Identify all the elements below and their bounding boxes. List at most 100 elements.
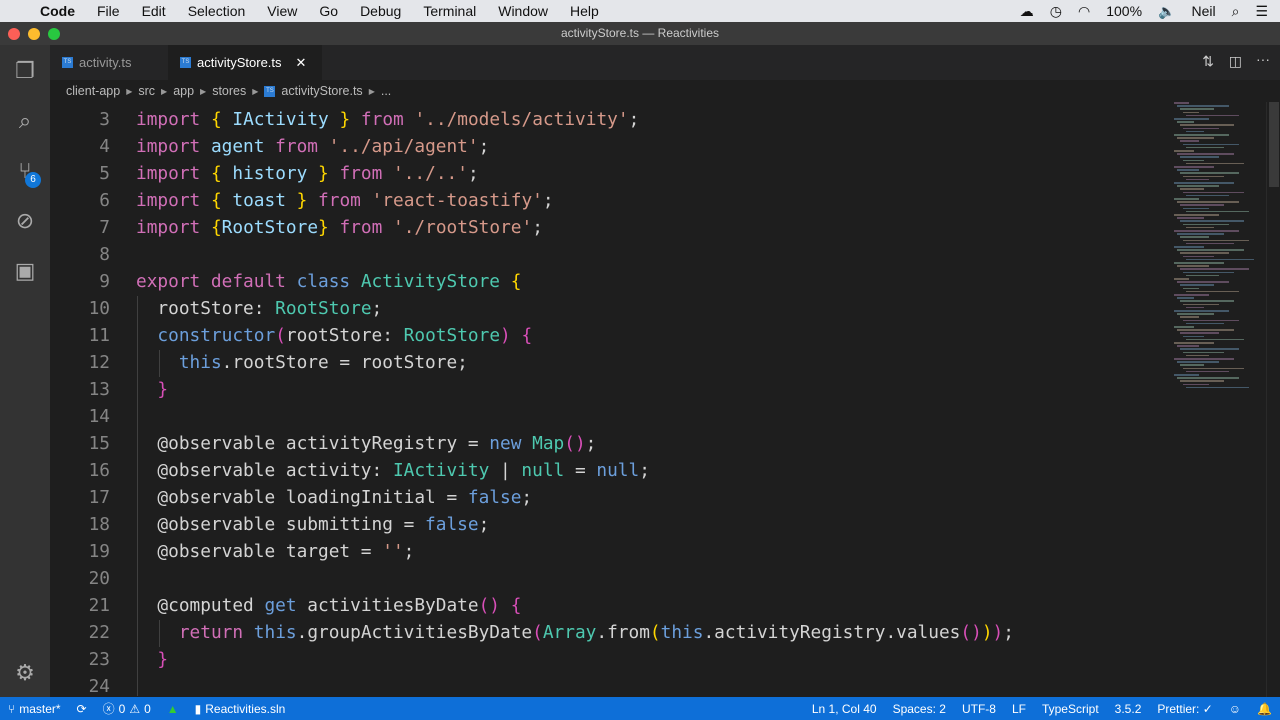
- indentation[interactable]: Spaces: 2: [893, 702, 946, 716]
- code-token: |: [489, 460, 522, 481]
- flame-icon[interactable]: ▲: [167, 702, 179, 716]
- prettier-status[interactable]: Prettier: ✓: [1157, 702, 1212, 716]
- code-line[interactable]: 14: [50, 403, 1150, 430]
- code-line[interactable]: 19 @observable target = '';: [50, 538, 1150, 565]
- chevron-right-icon: ▶: [252, 86, 259, 96]
- user-name[interactable]: Neil: [1191, 3, 1215, 19]
- menu-selection[interactable]: Selection: [188, 3, 246, 19]
- breadcrumb-item[interactable]: activityStore.ts: [281, 84, 362, 98]
- spotlight-icon[interactable]: ⌕: [1232, 3, 1240, 20]
- code-line[interactable]: 16 @observable activity: IActivity | nul…: [50, 457, 1150, 484]
- solution[interactable]: ▮ Reactivities.sln: [195, 702, 286, 716]
- search-icon[interactable]: ⌕: [11, 107, 39, 135]
- menu-help[interactable]: Help: [570, 3, 599, 19]
- cursor-position[interactable]: Ln 1, Col 40: [812, 702, 877, 716]
- minimap[interactable]: [1172, 102, 1262, 402]
- breadcrumb-item[interactable]: stores: [212, 84, 246, 98]
- code-line[interactable]: 21 @computed get activitiesByDate() {: [50, 592, 1150, 619]
- extensions-icon[interactable]: ▣: [11, 257, 39, 285]
- code-line[interactable]: 15 @observable activityRegistry = new Ma…: [50, 430, 1150, 457]
- code-line[interactable]: 12 this.rootStore = rootStore;: [50, 349, 1150, 376]
- explorer-icon[interactable]: ❐: [11, 57, 39, 85]
- code-line[interactable]: 6 import { toast } from 'react-toastify';: [50, 187, 1150, 214]
- menu-app[interactable]: Code: [40, 3, 75, 19]
- breadcrumb-item[interactable]: src: [138, 84, 155, 98]
- code-line[interactable]: 23 }: [50, 646, 1150, 673]
- cloud-icon[interactable]: ☁: [1020, 3, 1034, 20]
- code-line[interactable]: 24: [50, 673, 1150, 696]
- maximize-window-button[interactable]: [48, 28, 60, 40]
- code-line[interactable]: 9 export default class ActivityStore {: [50, 268, 1150, 295]
- code-token: import: [136, 217, 201, 238]
- minimap-line: [1177, 281, 1229, 283]
- line-ending[interactable]: LF: [1012, 702, 1026, 716]
- debug-icon[interactable]: ⊘: [11, 207, 39, 235]
- code-token: false: [467, 487, 522, 508]
- encoding[interactable]: UTF-8: [962, 702, 996, 716]
- notification-center-icon[interactable]: ☰: [1255, 3, 1268, 20]
- menu-debug[interactable]: Debug: [360, 3, 401, 19]
- minimap-line: [1183, 271, 1234, 274]
- gear-icon[interactable]: ⚙: [11, 659, 39, 687]
- code-token: null: [521, 460, 565, 481]
- minimap-line: [1183, 303, 1219, 306]
- battery-percent[interactable]: 100%: [1106, 3, 1142, 19]
- breadcrumb-item[interactable]: ...: [381, 84, 391, 98]
- minimap-line: [1177, 121, 1194, 123]
- menu-view[interactable]: View: [267, 3, 297, 19]
- line-number: 6: [99, 190, 110, 211]
- code-token: @observable submitting =: [136, 514, 426, 535]
- tab-activitystore-ts[interactable]: TS activityStore.ts ✕: [168, 45, 322, 80]
- code-line[interactable]: 10 rootStore: RootStore;: [50, 295, 1150, 322]
- code-line[interactable]: 20: [50, 565, 1150, 592]
- code-line[interactable]: 7 import {RootStore} from './rootStore';: [50, 214, 1150, 241]
- sync-icon[interactable]: ⟳: [77, 702, 87, 716]
- volume-icon[interactable]: 🔈: [1158, 3, 1175, 20]
- vertical-scrollbar[interactable]: [1266, 102, 1280, 697]
- feedback-smiley-icon[interactable]: ☺: [1229, 702, 1241, 716]
- menu-go[interactable]: Go: [319, 3, 338, 19]
- problems[interactable]: ⓧ 0 ⚠ 0: [103, 700, 151, 717]
- line-number: 20: [88, 568, 110, 589]
- code-line[interactable]: 13 }: [50, 376, 1150, 403]
- close-tab-icon[interactable]: ✕: [296, 55, 307, 71]
- menu-edit[interactable]: Edit: [142, 3, 166, 19]
- code-line[interactable]: 8: [50, 241, 1150, 268]
- minimap-line: [1186, 370, 1229, 373]
- code-token: ;: [532, 217, 543, 238]
- breadcrumb-item[interactable]: client-app: [66, 84, 120, 98]
- close-window-button[interactable]: [8, 28, 20, 40]
- code-editor[interactable]: 3 import { IActivity } from '../models/ac…: [50, 106, 1170, 696]
- language-mode[interactable]: TypeScript: [1042, 702, 1099, 716]
- minimize-window-button[interactable]: [28, 28, 40, 40]
- more-actions-icon[interactable]: ···: [1256, 51, 1270, 67]
- tab-label: activityStore.ts: [197, 55, 282, 70]
- minimap-line: [1183, 191, 1244, 194]
- minimap-line: [1177, 153, 1234, 155]
- time-machine-icon[interactable]: ◷: [1050, 3, 1062, 20]
- code-line[interactable]: 4 import agent from '../api/agent';: [50, 133, 1150, 160]
- code-text: }: [136, 376, 168, 403]
- branch-name: master*: [19, 701, 61, 716]
- code-token: ;: [521, 487, 533, 508]
- code-line[interactable]: 22 return this.groupActivitiesByDate(Arr…: [50, 619, 1150, 646]
- minimap-line: [1183, 319, 1239, 322]
- code-line[interactable]: 11 constructor(rootStore: RootStore) {: [50, 322, 1150, 349]
- menu-window[interactable]: Window: [498, 3, 548, 19]
- menu-file[interactable]: File: [97, 3, 120, 19]
- ts-version[interactable]: 3.5.2: [1115, 702, 1142, 716]
- bell-icon[interactable]: 🔔: [1257, 702, 1272, 716]
- minimap-line: [1180, 380, 1224, 382]
- tab-activity-ts[interactable]: TS activity.ts: [50, 45, 168, 80]
- open-changes-icon[interactable]: ⇅: [1202, 53, 1214, 70]
- code-line[interactable]: 3 import { IActivity } from '../models/ac…: [50, 106, 1150, 133]
- code-line[interactable]: 18 @observable submitting = false;: [50, 511, 1150, 538]
- git-branch[interactable]: ⑂ master*: [8, 702, 61, 716]
- breadcrumb-item[interactable]: app: [173, 84, 194, 98]
- split-editor-icon[interactable]: ◫: [1229, 53, 1242, 70]
- scrollbar-thumb[interactable]: [1269, 102, 1279, 187]
- code-line[interactable]: 17 @observable loadingInitial = false;: [50, 484, 1150, 511]
- wifi-icon[interactable]: ◠: [1078, 3, 1090, 20]
- code-line[interactable]: 5 import { history } from '../..';: [50, 160, 1150, 187]
- menu-terminal[interactable]: Terminal: [423, 3, 476, 19]
